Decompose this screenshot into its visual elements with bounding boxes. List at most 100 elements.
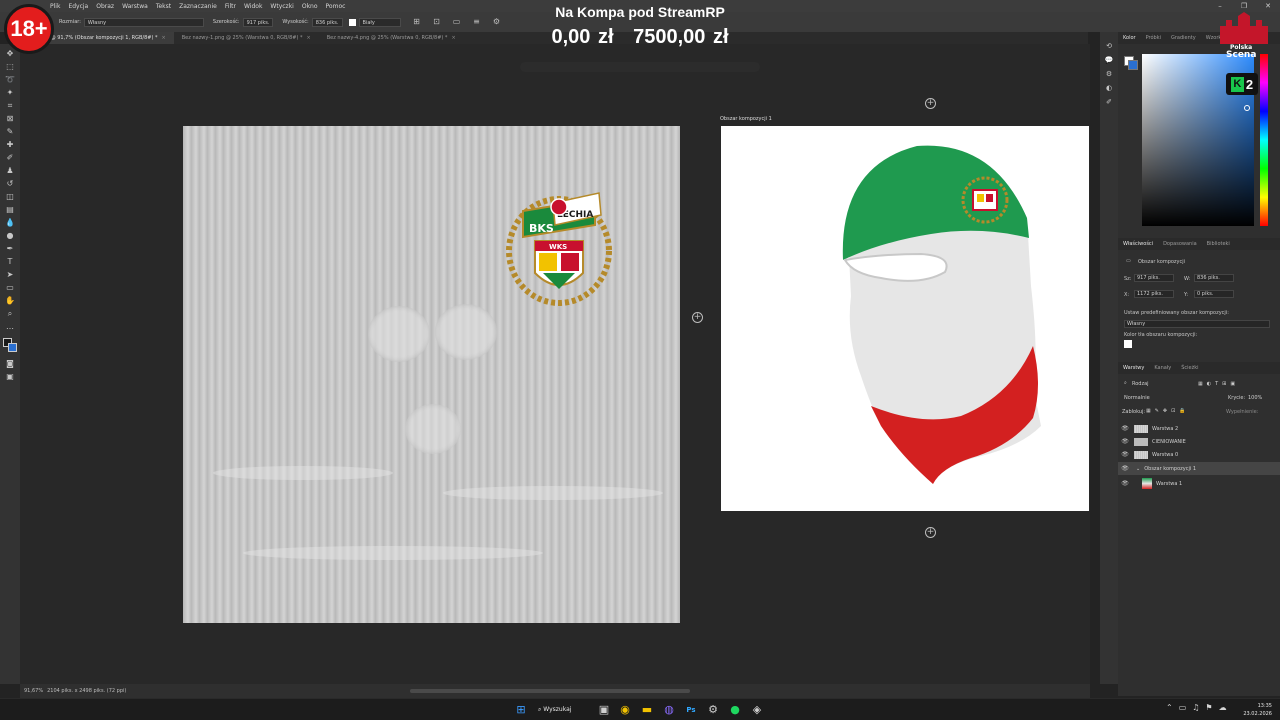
gradient-tool-icon[interactable]: ▤ [4, 204, 16, 216]
close-tab-icon[interactable]: × [451, 35, 455, 41]
menu-select[interactable]: Zaznaczanie [175, 3, 221, 10]
dodge-tool-icon[interactable]: ● [4, 230, 16, 242]
lasso-tool-icon[interactable]: ➰ [4, 74, 16, 86]
menu-window[interactable]: Okno [298, 3, 322, 10]
add-artboard-icon[interactable]: ⊡ [432, 17, 442, 27]
height-prop-field[interactable]: 836 piks. [1194, 274, 1234, 282]
tab-color[interactable]: Kolor [1118, 35, 1141, 41]
opacity-field[interactable]: 100% [1248, 395, 1262, 401]
tab-adjustments[interactable]: Dopasowania [1158, 241, 1202, 247]
screen-mode-icon[interactable]: ▣ [4, 371, 16, 383]
system-tray[interactable]: ⌃▭♫⚑☁ [1166, 703, 1233, 712]
artboard-icon[interactable]: ⊞ [412, 17, 422, 27]
tab-properties[interactable]: Właściwości [1118, 241, 1158, 247]
photoshop-icon[interactable]: Ps [684, 703, 698, 717]
menu-file[interactable]: Plik [46, 3, 64, 10]
layer-kind-filter[interactable]: Rodzaj [1132, 381, 1149, 387]
blend-mode-select[interactable]: Normalnie [1124, 395, 1150, 401]
pen-tool-icon[interactable]: ✒ [4, 243, 16, 255]
taskbar-search[interactable]: ⌕ Wyszukaj [538, 703, 590, 717]
tab-layers[interactable]: Warstwy [1118, 365, 1149, 371]
layer-row[interactable]: 👁 Warstwa 2 [1118, 422, 1280, 435]
eye-icon[interactable]: 👁 [1118, 465, 1132, 472]
add-artboard-left-icon[interactable]: + [692, 312, 703, 323]
task-view-icon[interactable]: ▣ [597, 703, 611, 717]
tab-swatches[interactable]: Próbki [1141, 35, 1166, 41]
width-field[interactable]: 917 piks. [242, 17, 274, 27]
horizontal-scrollbar[interactable] [410, 689, 690, 693]
width-prop-field[interactable]: 917 piks. [1134, 274, 1174, 282]
crop-tool-icon[interactable]: ⌗ [4, 100, 16, 112]
close-icon[interactable]: ✕ [1256, 0, 1280, 12]
add-artboard-top-icon[interactable]: + [925, 98, 936, 109]
marquee-tool-icon[interactable]: ⬚ [4, 61, 16, 73]
adjust-icon[interactable]: ◐ [1106, 84, 1112, 92]
height-field[interactable]: 836 piks. [311, 17, 343, 27]
size-select[interactable]: Własny [83, 17, 204, 27]
color-swatches[interactable] [3, 338, 17, 352]
type-tool-icon[interactable]: T [4, 256, 16, 268]
file-explorer-icon[interactable]: ▬ [640, 703, 654, 717]
layer-filter-icons[interactable]: ▦◐T⊞▣ [1198, 381, 1239, 387]
tab-gradients[interactable]: Gradienty [1166, 35, 1201, 41]
menu-plugins[interactable]: Wtyczki [266, 3, 297, 10]
stamp-tool-icon[interactable]: ♟ [4, 165, 16, 177]
history-icon[interactable]: ⟲ [1106, 42, 1112, 50]
chrome-icon[interactable]: ◉ [618, 703, 632, 717]
path-select-tool-icon[interactable]: ➤ [4, 269, 16, 281]
blur-tool-icon[interactable]: 💧 [4, 217, 16, 229]
eye-icon[interactable]: 👁 [1118, 425, 1132, 432]
mask-artboard[interactable] [721, 126, 1089, 511]
layer-row-artboard[interactable]: 👁 ⌄ Obszar kompozycji 1 [1118, 462, 1280, 475]
menu-type[interactable]: Tekst [152, 3, 175, 10]
menu-view[interactable]: Widok [240, 3, 266, 10]
clock[interactable]: 13:35 23.02.2026 [1243, 702, 1272, 718]
canvas-area[interactable]: BKS LECHIA WKS Obszar kompozycji 1 + + + [20, 44, 1090, 684]
quick-mask-icon[interactable]: ◙ [4, 358, 16, 370]
menu-layer[interactable]: Warstwa [118, 3, 152, 10]
tab-document-2[interactable]: Bez nazwy-1.png @ 25% (Warstwa 0, RGB/8#… [174, 32, 319, 44]
more-tools-icon[interactable]: … [4, 321, 16, 333]
brush-settings-icon[interactable]: ✐ [1106, 98, 1112, 106]
history-brush-icon[interactable]: ↺ [4, 178, 16, 190]
eraser-tool-icon[interactable]: ◫ [4, 191, 16, 203]
artboard-title[interactable]: Obszar kompozycji 1 [720, 116, 772, 122]
discord-icon[interactable]: ◍ [662, 703, 676, 717]
menu-help[interactable]: Pomoc [322, 3, 350, 10]
frame-tool-icon[interactable]: ⊠ [4, 113, 16, 125]
minimize-icon[interactable]: – [1208, 0, 1232, 12]
tab-channels[interactable]: Kanały [1149, 365, 1176, 371]
filter-search-icon[interactable]: ⌕ [1124, 380, 1127, 386]
background-color[interactable] [8, 343, 17, 352]
landscape-icon[interactable]: ▭ [452, 17, 462, 27]
x-prop-field[interactable]: 1172 piks. [1134, 290, 1174, 298]
menu-edit[interactable]: Edycja [64, 3, 92, 10]
close-tab-icon[interactable]: × [162, 35, 166, 41]
close-tab-icon[interactable]: × [306, 35, 310, 41]
tab-paths[interactable]: Ścieżki [1176, 365, 1203, 371]
layer-row[interactable]: 👁 Warstwa 1 [1118, 475, 1280, 492]
fill-swatch[interactable] [348, 18, 356, 26]
eye-icon[interactable]: 👁 [1118, 480, 1132, 487]
eye-icon[interactable]: 👁 [1118, 451, 1132, 458]
magic-wand-tool-icon[interactable]: ✦ [4, 87, 16, 99]
maximize-icon[interactable]: ❐ [1232, 0, 1256, 12]
add-artboard-bottom-icon[interactable]: + [925, 527, 936, 538]
hand-tool-icon[interactable]: ✋ [4, 295, 16, 307]
brush-tool-icon[interactable]: ✐ [4, 152, 16, 164]
spotify-icon[interactable]: ● [728, 703, 742, 717]
eye-icon[interactable]: 👁 [1118, 438, 1132, 445]
healing-tool-icon[interactable]: ✚ [4, 139, 16, 151]
zoom-level[interactable]: 91,67% [24, 688, 43, 694]
app-icon[interactable]: ◈ [750, 703, 764, 717]
comments-icon[interactable]: 💬 [1105, 56, 1114, 64]
texture-artboard[interactable]: BKS LECHIA WKS [183, 126, 680, 623]
document-info[interactable]: 2104 piks. x 2498 piks. (72 ppi) [47, 688, 126, 694]
lock-icons[interactable]: ▦✎✥⊡🔒 [1146, 408, 1190, 414]
y-prop-field[interactable]: 0 piks. [1194, 290, 1234, 298]
fill-select[interactable]: Biały [358, 17, 401, 27]
hue-slider[interactable] [1260, 54, 1268, 226]
windows-start-icon[interactable]: ⊞ [514, 703, 528, 717]
color-picker-cursor[interactable] [1244, 105, 1250, 111]
chevron-down-icon[interactable]: ⌄ [1136, 466, 1140, 472]
